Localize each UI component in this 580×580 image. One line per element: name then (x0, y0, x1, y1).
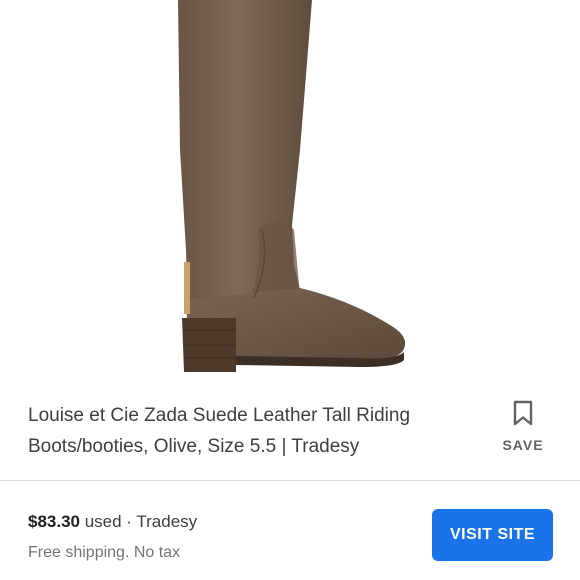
boot-illustration (178, 0, 406, 372)
save-label: SAVE (502, 437, 544, 453)
price-line: $83.30 used · Tradesy (28, 512, 197, 532)
visit-site-button[interactable]: VISIT SITE (432, 509, 553, 561)
shipping-info: Free shipping. No tax (28, 544, 181, 561)
price: $83.30 (28, 512, 80, 531)
product-image[interactable] (0, 0, 580, 380)
condition-seller: used · Tradesy (80, 512, 198, 531)
title-row: Louise et Cie Zada Suede Leather Tall Ri… (0, 380, 580, 480)
shopping-result-card: Louise et Cie Zada Suede Leather Tall Ri… (0, 0, 580, 580)
product-title[interactable]: Louise et Cie Zada Suede Leather Tall Ri… (28, 400, 488, 462)
offer-row: $83.30 used · Tradesy Free shipping. No … (0, 481, 580, 580)
save-button[interactable]: SAVE (494, 400, 552, 460)
bookmark-icon (512, 400, 534, 431)
